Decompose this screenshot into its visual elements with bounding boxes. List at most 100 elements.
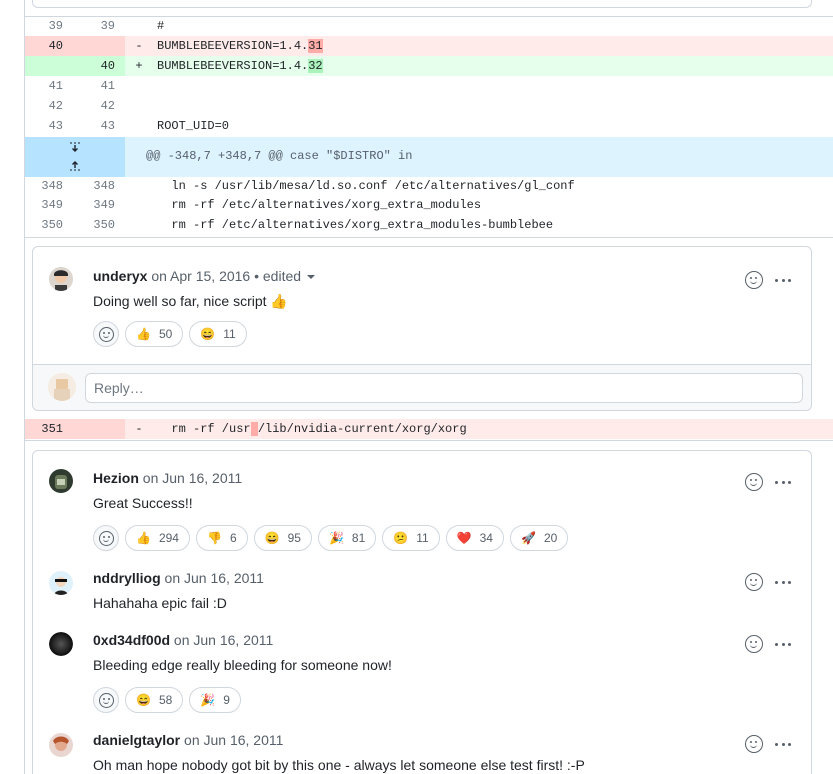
reaction-emoji: 👎 [206, 531, 222, 545]
reaction-count: 11 [223, 327, 236, 341]
old-line-number[interactable]: 349 [25, 195, 75, 215]
previous-thread-edge [32, 0, 812, 8]
comment-timestamp[interactable]: on Jun 16, 2011 [170, 632, 273, 648]
smiley-icon [98, 326, 114, 342]
comment-actions [745, 635, 793, 653]
code-text: rm -rf /usr /lib/nvidia-current/xorg/xor… [145, 419, 833, 439]
reaction-laugh[interactable]: 😄 95 [253, 525, 312, 551]
comment-header: underyx on Apr 15, 2016 • edited [93, 266, 316, 286]
more-options-icon[interactable] [773, 735, 793, 753]
expand-down-icon[interactable] [66, 140, 84, 156]
code-unchanged: BUMBLEBEEVERSION=1.4. [157, 59, 309, 73]
new-line-number[interactable]: 41 [75, 76, 125, 96]
old-line-number[interactable]: 348 [25, 176, 75, 196]
reaction-rocket[interactable]: 🚀 20 [509, 525, 569, 551]
old-line-number[interactable]: 41 [25, 76, 75, 96]
comment-timestamp[interactable]: on Apr 15, 2016 • edited [147, 268, 301, 284]
comment-body: Hahahaha epic fail :D [93, 595, 227, 611]
reply-input[interactable]: Reply… [85, 373, 803, 403]
avatar[interactable] [49, 469, 73, 493]
new-line-number[interactable] [75, 419, 125, 439]
comment-author[interactable]: danielgtaylor [93, 732, 180, 748]
code-text: ln -s /usr/lib/mesa/ld.so.conf /etc/alte… [157, 179, 575, 193]
diff-sign: - [135, 422, 143, 436]
reactions-bar: 👍 294 👎 6 😄 95 🎉 81 😕 11 ❤️ 34 🚀 20 [93, 525, 569, 551]
review-comment: underyx on Apr 15, 2016 • edited Doing w… [49, 266, 809, 366]
expand-up-icon[interactable] [66, 157, 84, 173]
reaction-hooray[interactable]: 🎉 9 [189, 687, 241, 713]
reaction-thumbs-down[interactable]: 👎 6 [195, 525, 248, 551]
expand-gutter [25, 137, 125, 177]
old-line-number[interactable]: 39 [25, 16, 75, 36]
reaction-smile[interactable]: 😄 11 [189, 321, 247, 347]
reaction-count: 34 [479, 531, 493, 545]
add-reaction-icon[interactable] [745, 573, 763, 591]
comment-author[interactable]: underyx [93, 268, 147, 284]
avatar[interactable] [49, 733, 73, 757]
comment-actions [745, 573, 793, 591]
new-line-number[interactable]: 348 [75, 176, 125, 196]
comment-author[interactable]: Hezion [93, 470, 139, 486]
add-reaction-icon[interactable] [745, 271, 763, 289]
new-line-number[interactable]: 43 [75, 116, 125, 136]
code-removed-highlight: 31 [308, 39, 323, 53]
code-unchanged: /lib/nvidia-current/xorg/xorg [257, 422, 467, 436]
new-line-number[interactable]: 39 [75, 16, 125, 36]
old-line-number[interactable]: 43 [25, 116, 75, 136]
add-reaction-button[interactable] [93, 525, 119, 551]
old-line-number[interactable]: 42 [25, 96, 75, 116]
add-reaction-icon[interactable] [745, 735, 763, 753]
reaction-hooray[interactable]: 🎉 81 [317, 525, 377, 551]
add-reaction-button[interactable] [93, 687, 119, 713]
old-line-number[interactable] [25, 56, 75, 76]
add-reaction-icon[interactable] [745, 473, 763, 491]
reaction-emoji: 😄 [200, 327, 216, 341]
review-thread: underyx on Apr 15, 2016 • edited Doing w… [32, 246, 812, 411]
reaction-thumbs-up[interactable]: 👍 294 [125, 525, 190, 551]
comment-header: Hezion on Jun 16, 2011 [93, 468, 242, 488]
reply-bar: Reply… [33, 364, 811, 410]
add-reaction-button[interactable] [93, 321, 119, 347]
comment-timestamp[interactable]: on Jun 16, 2011 [180, 732, 283, 748]
add-reaction-icon[interactable] [745, 635, 763, 653]
code-text: BUMBLEBEEVERSION=1.4.32 [145, 56, 833, 76]
old-line-number[interactable]: 40 [25, 36, 75, 56]
reaction-heart[interactable]: ❤️ 34 [445, 525, 504, 551]
avatar[interactable] [49, 571, 73, 595]
reaction-count: 294 [158, 531, 179, 545]
diff-sign: - [135, 39, 143, 53]
more-options-icon[interactable] [773, 473, 793, 491]
diff-sign: + [135, 59, 143, 73]
comment-body: Doing well so far, nice script 👍 [93, 293, 288, 309]
review-comment: danielgtaylor on Jun 16, 2011 Oh man hop… [49, 730, 809, 774]
comment-timestamp[interactable]: on Jun 16, 2011 [139, 470, 242, 486]
chevron-down-icon[interactable] [307, 275, 316, 280]
new-line-number[interactable]: 349 [75, 195, 125, 215]
code-text: rm -rf /etc/alternatives/xorg_extra_modu… [157, 218, 554, 232]
comment-author[interactable]: 0xd34df00d [93, 632, 170, 648]
more-options-icon[interactable] [773, 271, 793, 289]
code-text: BUMBLEBEEVERSION=1.4.31 [145, 36, 833, 56]
avatar[interactable] [49, 632, 73, 656]
reaction-count: 95 [287, 531, 301, 545]
reaction-laugh[interactable]: 😄 58 [125, 687, 184, 713]
reaction-thumbs-up[interactable]: 👍 50 [125, 321, 184, 347]
comment-timestamp[interactable]: on Jun 16, 2011 [161, 570, 264, 586]
code-added-highlight: 32 [308, 59, 323, 73]
old-line-number[interactable]: 350 [25, 215, 75, 235]
reaction-count: 50 [158, 327, 173, 341]
reaction-confused[interactable]: 😕 11 [382, 525, 440, 551]
code-text: # [157, 19, 165, 33]
new-line-number[interactable]: 42 [75, 96, 125, 116]
new-line-number[interactable] [75, 36, 125, 56]
more-options-icon[interactable] [773, 573, 793, 591]
reactions-bar: 👍 50 😄 11 [93, 321, 247, 347]
more-options-icon[interactable] [773, 635, 793, 653]
reaction-emoji: ❤️ [456, 531, 472, 545]
old-line-number[interactable]: 351 [25, 419, 75, 439]
code-text: ROOT_UID=0 [157, 119, 230, 133]
new-line-number[interactable]: 40 [75, 56, 125, 76]
new-line-number[interactable]: 350 [75, 215, 125, 235]
comment-author[interactable]: nddrylliog [93, 570, 161, 586]
avatar[interactable] [49, 267, 73, 291]
